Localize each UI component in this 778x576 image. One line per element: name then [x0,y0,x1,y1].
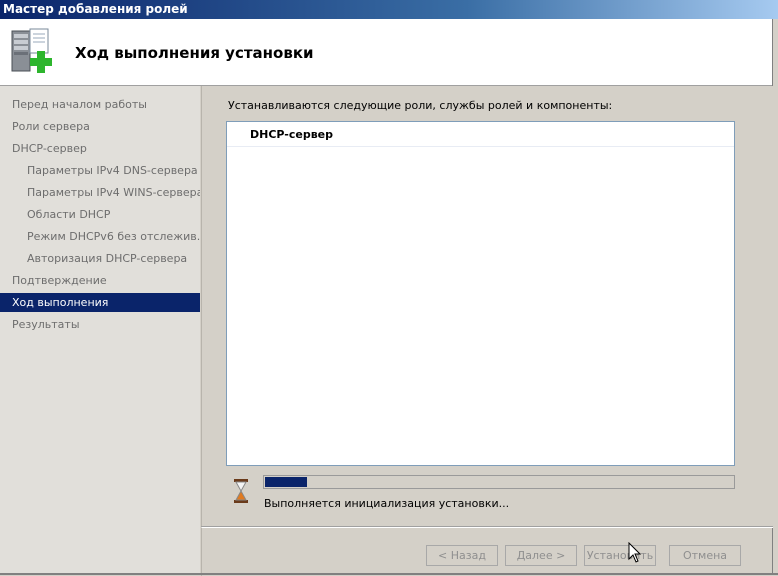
install-button[interactable]: Установить [584,545,656,566]
progress-status: Выполняется инициализация установки... [264,497,510,510]
nav-item-before-you-begin[interactable]: Перед началом работы [0,95,200,114]
next-button[interactable]: Далее > [505,545,577,566]
window-title: Мастер добавления ролей [0,0,778,19]
wizard-footer: < Назад Далее > Установить Отмена [201,527,773,576]
install-progress-bar [263,475,735,489]
page-title: Ход выполнения установки [75,44,314,62]
nav-item-dhcp-server[interactable]: DHCP-сервер [0,139,200,158]
nav-item-server-roles[interactable]: Роли сервера [0,117,200,136]
nav-item-ipv4-wins[interactable]: Параметры IPv4 WINS-сервера [0,183,200,202]
wizard-header: Ход выполнения установки [0,19,772,86]
nav-item-dhcp-scopes[interactable]: Области DHCP [0,205,200,224]
cancel-button[interactable]: Отмена [669,545,741,566]
progress-fill [265,477,307,487]
nav-item-ipv4-dns[interactable]: Параметры IPv4 DNS-сервера [0,161,200,180]
install-items-list[interactable]: DHCP-сервер [226,121,735,466]
server-roles-add-icon [11,28,52,73]
nav-item-confirmation[interactable]: Подтверждение [0,271,200,290]
list-item: DHCP-сервер [227,122,734,147]
nav-item-progress[interactable]: Ход выполнения [0,293,200,312]
hourglass-icon [234,479,248,503]
install-intro-text: Устанавливаются следующие роли, службы р… [228,99,613,112]
mouse-cursor-icon [628,542,642,563]
nav-item-dhcp-authorization[interactable]: Авторизация DHCP-сервера [0,249,200,268]
list-item-label: DHCP-сервер [250,128,333,141]
wizard-content: Устанавливаются следующие роли, службы р… [201,86,773,527]
wizard-navigation: Перед началом работы Роли сервера DHCP-с… [0,86,200,575]
nav-item-dhcpv6-mode[interactable]: Режим DHCPv6 без отслежив... [0,227,200,246]
nav-item-results[interactable]: Результаты [0,315,200,334]
back-button[interactable]: < Назад [426,545,498,566]
